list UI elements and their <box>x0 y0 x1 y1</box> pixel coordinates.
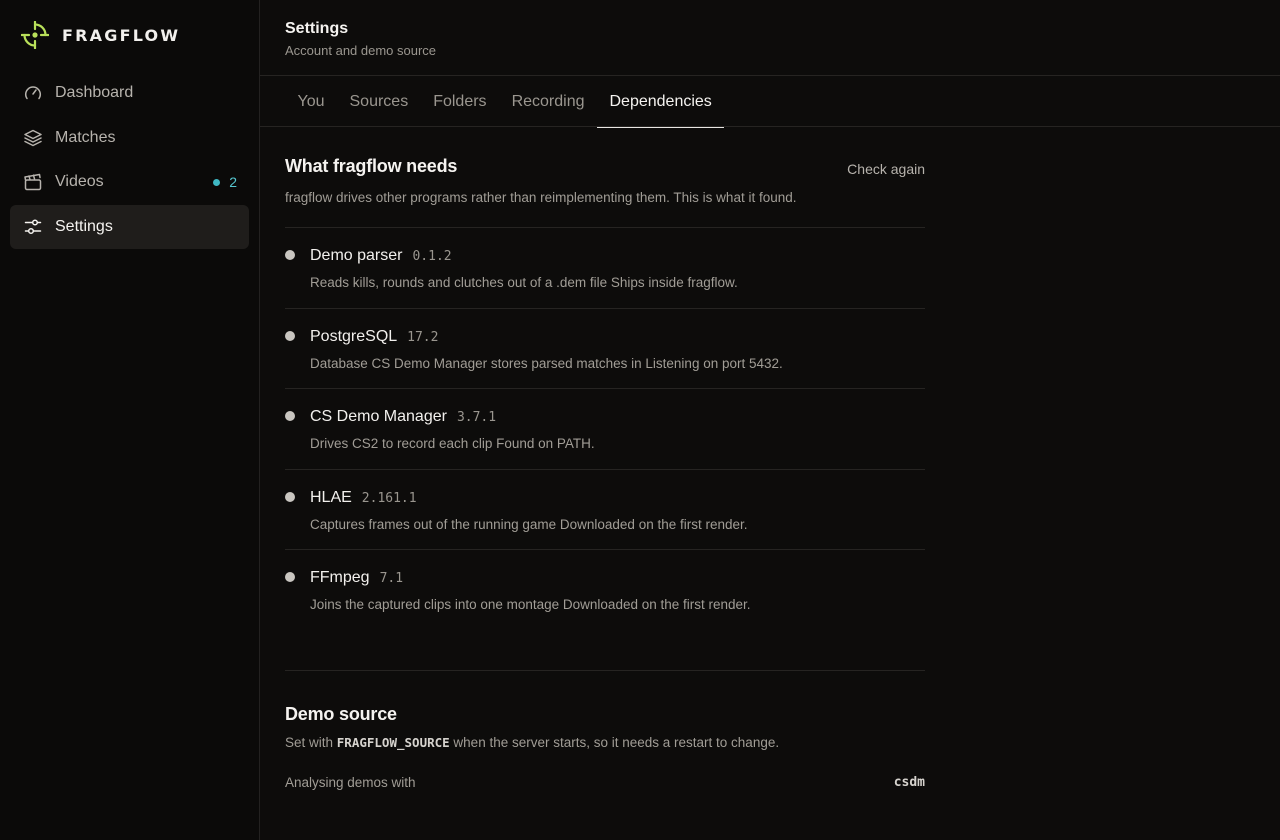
brand[interactable]: FRAGFLOW <box>21 20 180 50</box>
sidebar-item-matches[interactable]: Matches <box>10 116 249 161</box>
desc-prefix: Set with <box>285 735 337 750</box>
crosshair-icon <box>21 21 49 49</box>
sidebar-item-label: Videos <box>55 173 104 191</box>
section-title: What fragflow needs <box>285 156 458 176</box>
page-subtitle: Account and demo source <box>285 43 437 58</box>
clapperboard-icon <box>24 174 42 191</box>
tab-recording[interactable]: Recording <box>499 76 597 127</box>
dependency-version: 17.2 <box>407 329 439 345</box>
tab-folders[interactable]: Folders <box>421 76 499 127</box>
app-name: FRAGFLOW <box>62 25 181 45</box>
sidebar-item-videos[interactable]: Videos 2 <box>10 160 249 205</box>
videos-badge: 2 <box>213 174 237 190</box>
dependency-list: Demo parser 0.1.2 Reads kills, rounds an… <box>285 227 925 631</box>
dependency-item: PostgreSQL 17.2 Database CS Demo Manager… <box>285 309 925 389</box>
section-divider <box>285 670 925 671</box>
page-header: Settings Account and demo source <box>285 20 436 58</box>
dependency-description: Reads kills, rounds and clutches out of … <box>310 275 738 290</box>
dependency-name: HLAE <box>310 488 352 506</box>
dependency-name: CS Demo Manager <box>310 408 447 425</box>
status-dot <box>285 572 295 582</box>
layers-icon <box>24 129 42 146</box>
tab-dependencies[interactable]: Dependencies <box>597 76 725 128</box>
dependency-name: FFmpeg <box>310 569 370 586</box>
section-title: Demo source <box>285 704 397 724</box>
dependency-item: Demo parser 0.1.2 Reads kills, rounds an… <box>285 228 925 309</box>
sidebar-item-settings[interactable]: Settings <box>10 204 249 249</box>
tab-sources[interactable]: Sources <box>337 76 421 127</box>
sidebar-item-label: Matches <box>55 128 116 146</box>
status-dot <box>285 330 295 341</box>
dependency-version: 7.1 <box>379 571 404 586</box>
settings-tabs: You Sources Folders Recording Dependenci… <box>285 76 725 128</box>
dependency-description: Database CS Demo Manager stores parsed m… <box>310 355 783 371</box>
dependency-heading: PostgreSQL 17.2 <box>310 328 438 346</box>
status-dot <box>285 411 295 421</box>
sidebar-item-label: Settings <box>55 217 113 235</box>
dependency-heading: FFmpeg 7.1 <box>310 569 403 587</box>
section-description: Set with FRAGFLOW_SOURCE when the server… <box>285 735 925 750</box>
source-setting-row: Analysing demos with csdm <box>285 774 925 794</box>
sidebar-nav: Dashboard Matches Videos 2 Settings <box>10 71 249 249</box>
gauge-icon <box>24 86 42 100</box>
page-title: Settings <box>285 20 349 37</box>
dependency-item: HLAE 2.161.1 Captures frames out of the … <box>285 470 925 550</box>
desc-suffix: when the server starts, so it needs a re… <box>449 735 780 750</box>
status-dot <box>285 491 295 502</box>
sidebar: FRAGFLOW Dashboard Matches Videos 2 Sett… <box>0 0 260 840</box>
badge-dot <box>213 178 221 186</box>
dependency-description: Drives CS2 to record each clip Found on … <box>310 436 595 451</box>
env-var-name: FRAGFLOW_SOURCE <box>336 735 450 750</box>
status-dot <box>285 250 295 260</box>
dependency-name: PostgreSQL <box>310 327 398 345</box>
check-again-button[interactable]: Check again <box>847 161 925 177</box>
setting-label: Analysing demos with <box>285 775 416 790</box>
section-description: fragflow drives other programs rather th… <box>285 190 797 205</box>
dependency-heading: Demo parser 0.1.2 <box>310 247 452 265</box>
dependency-description: Joins the captured clips into one montag… <box>310 597 751 612</box>
dependencies-header: What fragflow needs Check again <box>285 156 925 184</box>
dependency-item: FFmpeg 7.1 Joins the captured clips into… <box>285 550 925 631</box>
dependency-heading: CS Demo Manager 3.7.1 <box>310 408 496 426</box>
tab-you[interactable]: You <box>285 76 337 127</box>
dependency-version: 2.161.1 <box>361 490 417 506</box>
dependency-version: 0.1.2 <box>412 249 452 264</box>
main-panel: Settings Account and demo source You Sou… <box>260 0 1280 840</box>
dependency-description: Captures frames out of the running game … <box>310 516 748 532</box>
dependency-heading: HLAE 2.161.1 <box>310 489 417 507</box>
sliders-icon <box>24 219 42 234</box>
dependency-version: 3.7.1 <box>456 410 497 425</box>
dependencies-section: What fragflow needs Check again fragflow… <box>285 127 925 631</box>
sidebar-item-label: Dashboard <box>55 84 134 102</box>
dependency-name: Demo parser <box>310 247 403 264</box>
badge-count: 2 <box>229 174 237 191</box>
dependency-item: CS Demo Manager 3.7.1 Drives CS2 to reco… <box>285 389 925 470</box>
demo-source-section: Demo source Set with FRAGFLOW_SOURCE whe… <box>285 704 925 794</box>
setting-value: csdm <box>893 775 925 790</box>
sidebar-item-dashboard[interactable]: Dashboard <box>10 71 249 116</box>
